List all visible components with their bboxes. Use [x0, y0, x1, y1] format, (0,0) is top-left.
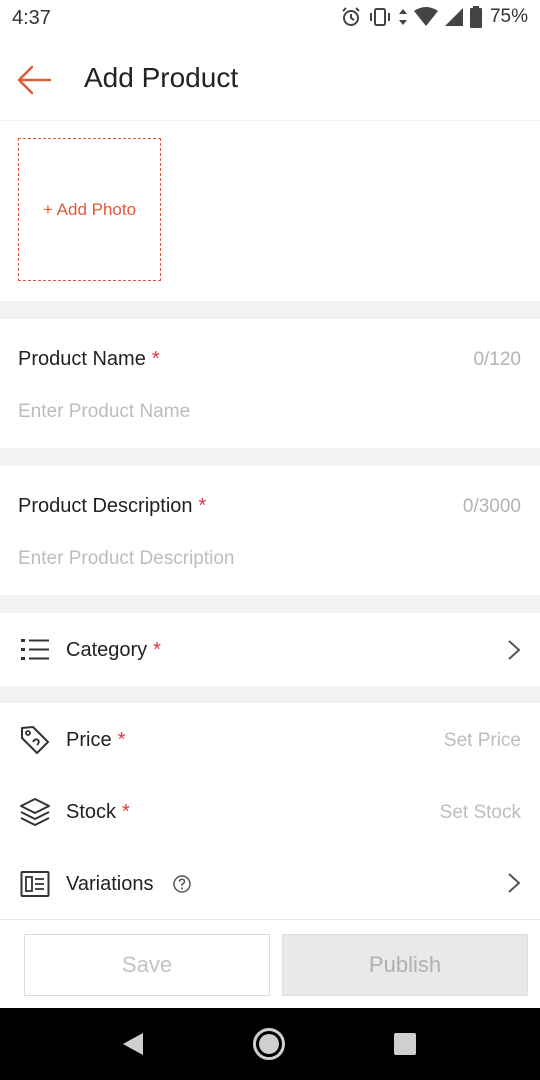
bottom-action-bar: Save Publish — [0, 919, 540, 1009]
data-arrows-icon — [398, 9, 407, 25]
vibrate-icon — [369, 8, 390, 26]
battery-icon — [469, 6, 482, 28]
price-label-text: Price — [66, 729, 112, 751]
photo-section: + Add Photo — [0, 121, 540, 301]
product-description-counter: 0/3000 — [462, 496, 521, 517]
publish-button[interactable]: Publish — [282, 934, 528, 996]
product-description-field[interactable]: Product Description * 0/3000 Enter Produc… — [0, 466, 540, 595]
chevron-right-icon — [508, 873, 521, 893]
required-mark: * — [151, 348, 160, 370]
alarm-icon — [342, 7, 360, 26]
stock-label-text: Stock — [66, 801, 117, 823]
tag-icon — [21, 726, 49, 754]
section-divider — [0, 686, 540, 703]
product-description-input[interactable]: Enter Product Description — [18, 548, 235, 570]
product-name-label: Product Name * — [18, 348, 160, 371]
list-icon — [21, 639, 49, 660]
wifi-icon — [413, 7, 438, 26]
nav-home-icon[interactable] — [252, 1027, 286, 1061]
section-divider — [0, 448, 540, 466]
variations-icon — [20, 871, 50, 897]
status-icons: 75% — [340, 6, 528, 28]
variations-label: Variations — [66, 873, 154, 895]
price-row[interactable]: Price * Set Price — [0, 703, 540, 775]
product-description-label: Product Description * — [18, 495, 206, 518]
back-arrow-icon[interactable] — [14, 60, 54, 100]
required-mark: * — [198, 495, 207, 517]
add-photo-label: + Add Photo — [42, 199, 137, 219]
required-mark: * — [122, 801, 130, 823]
battery-percent: 75% — [489, 6, 528, 27]
category-label: Category * — [66, 639, 161, 662]
price-input[interactable]: Set Price — [444, 730, 521, 752]
signal-icon — [444, 8, 463, 26]
status-bar: 4:37 75% — [0, 0, 540, 38]
publish-button-label: Publish — [368, 952, 442, 977]
section-divider — [0, 595, 540, 613]
app-header: Add Product — [0, 38, 540, 120]
product-name-label-text: Product Name — [18, 348, 146, 370]
product-name-counter: 0/120 — [473, 349, 521, 370]
required-mark: * — [153, 639, 161, 661]
section-divider — [0, 301, 540, 319]
category-label-text: Category — [66, 639, 148, 661]
help-icon[interactable] — [172, 874, 192, 894]
stock-label: Stock * — [66, 801, 130, 824]
system-nav-bar — [0, 1008, 540, 1080]
layers-icon — [20, 798, 50, 826]
status-time: 4:37 — [12, 7, 51, 29]
variations-row[interactable]: Variations — [0, 847, 540, 919]
stock-input[interactable]: Set Stock — [440, 802, 521, 824]
save-button-label: Save — [121, 952, 173, 977]
page-title: Add Product — [84, 62, 239, 93]
product-name-field[interactable]: Product Name * 0/120 Enter Product Name — [0, 319, 540, 448]
category-row[interactable]: Category * — [0, 613, 540, 686]
stock-row[interactable]: Stock * Set Stock — [0, 775, 540, 847]
price-label: Price * — [66, 729, 125, 752]
chevron-right-icon — [508, 640, 521, 660]
save-button[interactable]: Save — [24, 934, 270, 996]
product-description-label-text: Product Description — [18, 495, 193, 517]
add-photo-button[interactable]: + Add Photo — [18, 138, 161, 281]
nav-recents-icon[interactable] — [393, 1032, 417, 1056]
required-mark: * — [117, 729, 126, 751]
product-name-input[interactable]: Enter Product Name — [18, 401, 190, 423]
nav-back-icon[interactable] — [121, 1032, 145, 1056]
